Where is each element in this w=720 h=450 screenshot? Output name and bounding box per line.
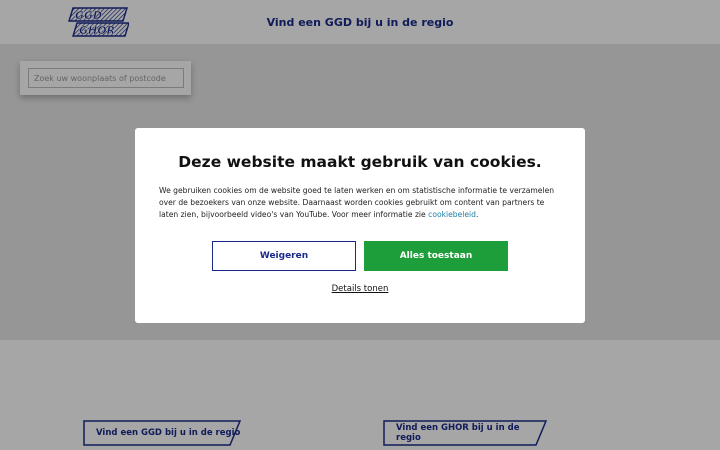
cookie-dialog: Deze website maakt gebruik van cookies. … bbox=[135, 128, 585, 323]
cookie-policy-link[interactable]: cookiebeleid bbox=[428, 210, 476, 219]
cookie-dialog-text: We gebruiken cookies om de website goed … bbox=[159, 185, 563, 221]
cookie-dialog-title: Deze website maakt gebruik van cookies. bbox=[178, 153, 542, 171]
cookie-body-end: . bbox=[476, 210, 479, 219]
accept-all-cookies-button[interactable]: Alles toestaan bbox=[364, 241, 508, 271]
refuse-cookies-button[interactable]: Weigeren bbox=[212, 241, 356, 271]
cookie-body-text: We gebruiken cookies om de website goed … bbox=[159, 186, 555, 219]
show-details-link[interactable]: Details tonen bbox=[332, 284, 389, 294]
page: GGD GHOR Vind een GGD bij u in de regio … bbox=[0, 0, 720, 450]
details-container: Details tonen bbox=[135, 284, 585, 294]
